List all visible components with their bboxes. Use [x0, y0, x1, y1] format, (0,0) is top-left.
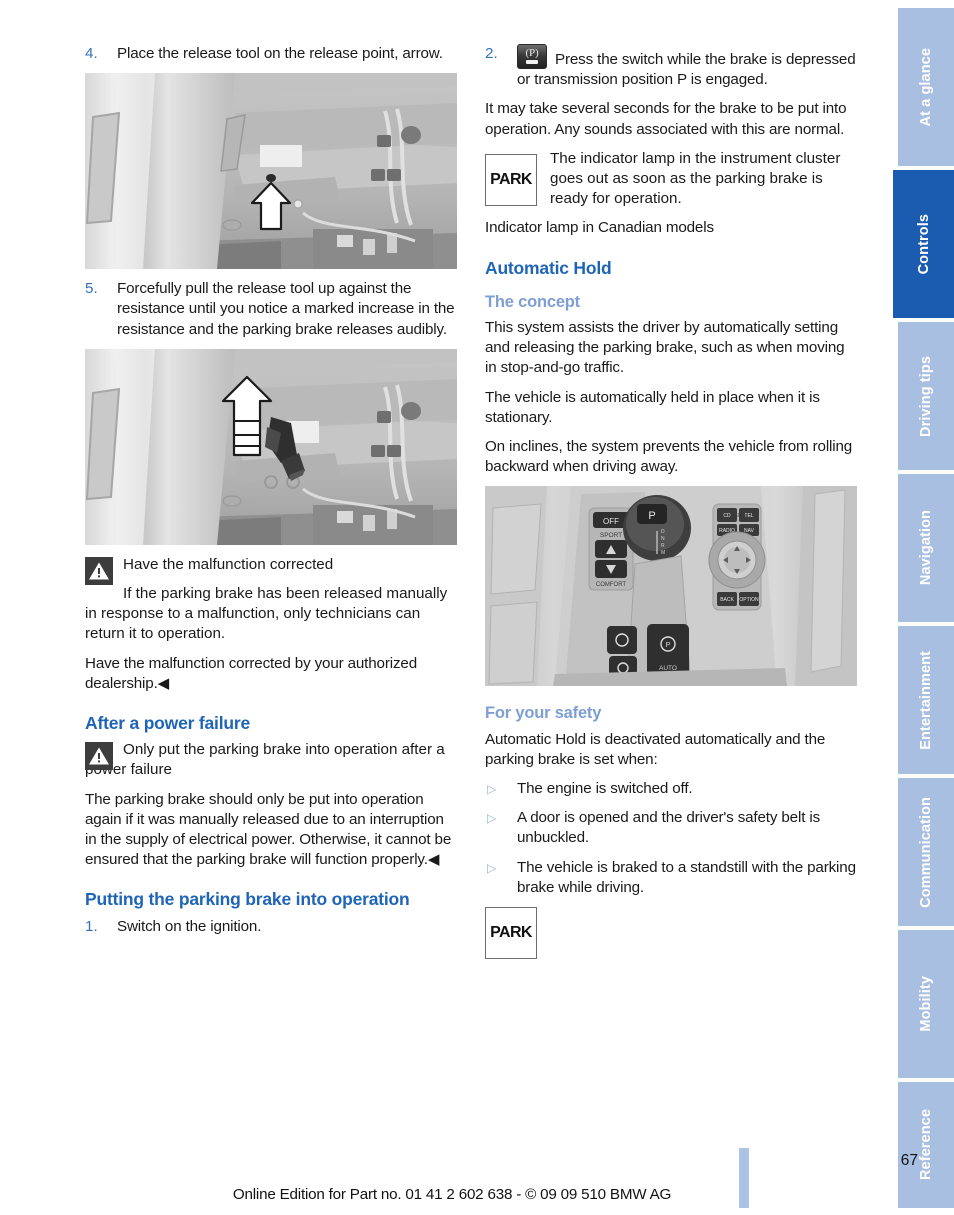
svg-text:D: D — [661, 529, 665, 535]
warning-triangle-icon — [85, 556, 113, 585]
step-4-number: 4. — [85, 45, 98, 62]
right-column: 2. (P) Press the switch while the brake … — [485, 44, 857, 960]
svg-text:P: P — [648, 510, 655, 522]
step-2: 2. (P) Press the switch while the brake … — [485, 44, 857, 90]
safety-bullet-3: ▷ The vehicle is braked to a standstill … — [485, 858, 857, 898]
sidebar-tab-mobility-label: Mobility — [918, 976, 934, 1032]
sidebar-tab-driving-tips-label: Driving tips — [918, 355, 934, 437]
bullet-triangle-icon: ▷ — [487, 811, 497, 826]
bullet-triangle-icon: ▷ — [487, 860, 497, 875]
step-2-text-wrapper: (P) Press the switch while the brake is … — [517, 44, 857, 90]
para-authorized-dealership: Have the malfunction corrected by your a… — [85, 654, 418, 692]
safety-bullet-2: ▷ A door is opened and the driver's safe… — [485, 808, 857, 848]
para-safety-intro: Automatic Hold is deactivated automatica… — [485, 730, 826, 768]
svg-text:P: P — [666, 642, 671, 649]
warning-malfunction-body: If the parking brake has been released m… — [85, 585, 448, 643]
step-5: 5. Forcefully pull the release tool up a… — [85, 279, 457, 340]
sidebar-tab-entertainment-label: Entertainment — [918, 650, 934, 750]
warning-power-failure-title: Only put the parking brake into operatio… — [85, 741, 445, 779]
safety-bullet-2-text: A door is opened and the driver's safety… — [517, 809, 821, 847]
warning-malfunction-title: Have the malfunction corrected — [123, 555, 334, 573]
figure-center-console: OFF SPORT COMFORT P DN RM P AUTO CD TEL … — [485, 486, 857, 687]
sidebar-tab-communication[interactable]: Communication — [898, 778, 954, 926]
svg-text:R: R — [661, 543, 665, 549]
heading-for-your-safety: For your safety — [485, 704, 602, 723]
step-1: 1. Switch on the ignition. — [85, 917, 457, 937]
heading-automatic-hold: Automatic Hold — [485, 257, 612, 278]
heading-putting-into-operation: Putting the parking brake into operation — [85, 889, 410, 910]
safety-bullet-3-text: The vehicle is braked to a standstill wi… — [517, 858, 856, 896]
heading-the-concept: The concept — [485, 292, 580, 311]
heading-after-power-failure: After a power failure — [85, 713, 251, 734]
step-2-text: Press the switch while the brake is depr… — [517, 51, 856, 89]
sidebar-tab-at-a-glance-label: At a glance — [918, 47, 934, 127]
step-1-number: 1. — [85, 917, 98, 935]
step-5-number: 5. — [85, 280, 98, 298]
page-number: 67 — [900, 1152, 918, 1169]
svg-text:SPORT: SPORT — [600, 532, 622, 539]
footer-edition-line: Online Edition for Part no. 01 41 2 602 … — [232, 1186, 672, 1203]
para-concept-3: On inclines, the system prevents the veh… — [485, 438, 853, 476]
step-2-number: 2. — [485, 45, 498, 62]
para-concept-1: This system assists the driver by automa… — [485, 319, 845, 377]
svg-text:COMFORT: COMFORT — [596, 582, 627, 588]
park-indicator-lamp: PARK — [485, 153, 537, 206]
safety-bullet-1-text: The engine is switched off. — [517, 780, 693, 798]
section-tab-rail: At a glance Controls Driving tips Naviga… — [885, 0, 954, 1215]
svg-text:OPTION: OPTION — [739, 597, 759, 603]
left-column: 4. Place the release tool on the release… — [85, 44, 457, 946]
sidebar-tab-communication-label: Communication — [918, 796, 934, 908]
step-5-text: Forcefully pull the release tool up agai… — [117, 280, 455, 338]
figure-release-point — [85, 73, 457, 270]
sidebar-tab-reference-label: Reference — [918, 1109, 934, 1181]
step-1-text: Switch on the ignition. — [117, 917, 262, 935]
manual-page: 4. Place the release tool on the release… — [0, 0, 954, 1215]
park-indicator-lamp-bottom: PARK — [485, 907, 537, 960]
sidebar-tab-driving-tips[interactable]: Driving tips — [898, 322, 954, 470]
indicator-lamp-note: PARK The indicator lamp in the instrumen… — [485, 149, 857, 210]
sidebar-tab-mobility[interactable]: Mobility — [898, 930, 954, 1078]
svg-text:BACK: BACK — [720, 597, 734, 603]
safety-bullet-1: ▷ The engine is switched off. — [485, 779, 857, 799]
svg-text:TEL: TEL — [744, 513, 753, 519]
figure-release-tool — [85, 348, 457, 545]
para-canadian-models: Indicator lamp in Canadian models — [485, 219, 714, 237]
bullet-triangle-icon: ▷ — [487, 782, 497, 797]
parking-brake-switch-icon-label: (P) — [525, 47, 539, 59]
para-power-failure: The parking brake should only be put int… — [85, 790, 452, 869]
sidebar-tab-controls[interactable]: Controls — [893, 170, 954, 318]
para-several-seconds: It may take several seconds for the brak… — [485, 100, 847, 138]
step-4-text: Place the release tool on the release po… — [117, 45, 443, 62]
step-4: 4. Place the release tool on the release… — [85, 44, 457, 64]
warning-triangle-icon — [85, 742, 113, 771]
warning-power-failure: Only put the parking brake into operatio… — [85, 740, 457, 780]
svg-text:OFF: OFF — [603, 517, 619, 526]
svg-text:N: N — [661, 536, 665, 542]
indicator-lamp-note-text: The indicator lamp in the instrument clu… — [550, 149, 841, 208]
sidebar-tab-navigation[interactable]: Navigation — [898, 474, 954, 622]
sidebar-tab-navigation-label: Navigation — [918, 510, 934, 586]
svg-text:MENU: MENU — [731, 513, 746, 519]
parking-brake-switch-icon: (P) — [517, 44, 547, 69]
para-concept-2: The vehicle is automatically held in pla… — [485, 388, 820, 426]
sidebar-tab-at-a-glance[interactable]: At a glance — [898, 8, 954, 166]
warning-malfunction: Have the malfunction corrected If the pa… — [85, 555, 457, 645]
svg-text:M: M — [661, 550, 665, 556]
sidebar-tab-entertainment[interactable]: Entertainment — [898, 626, 954, 774]
sidebar-tab-controls-label: Controls — [915, 213, 932, 275]
parking-brake-switch-icon-bar — [526, 60, 538, 64]
